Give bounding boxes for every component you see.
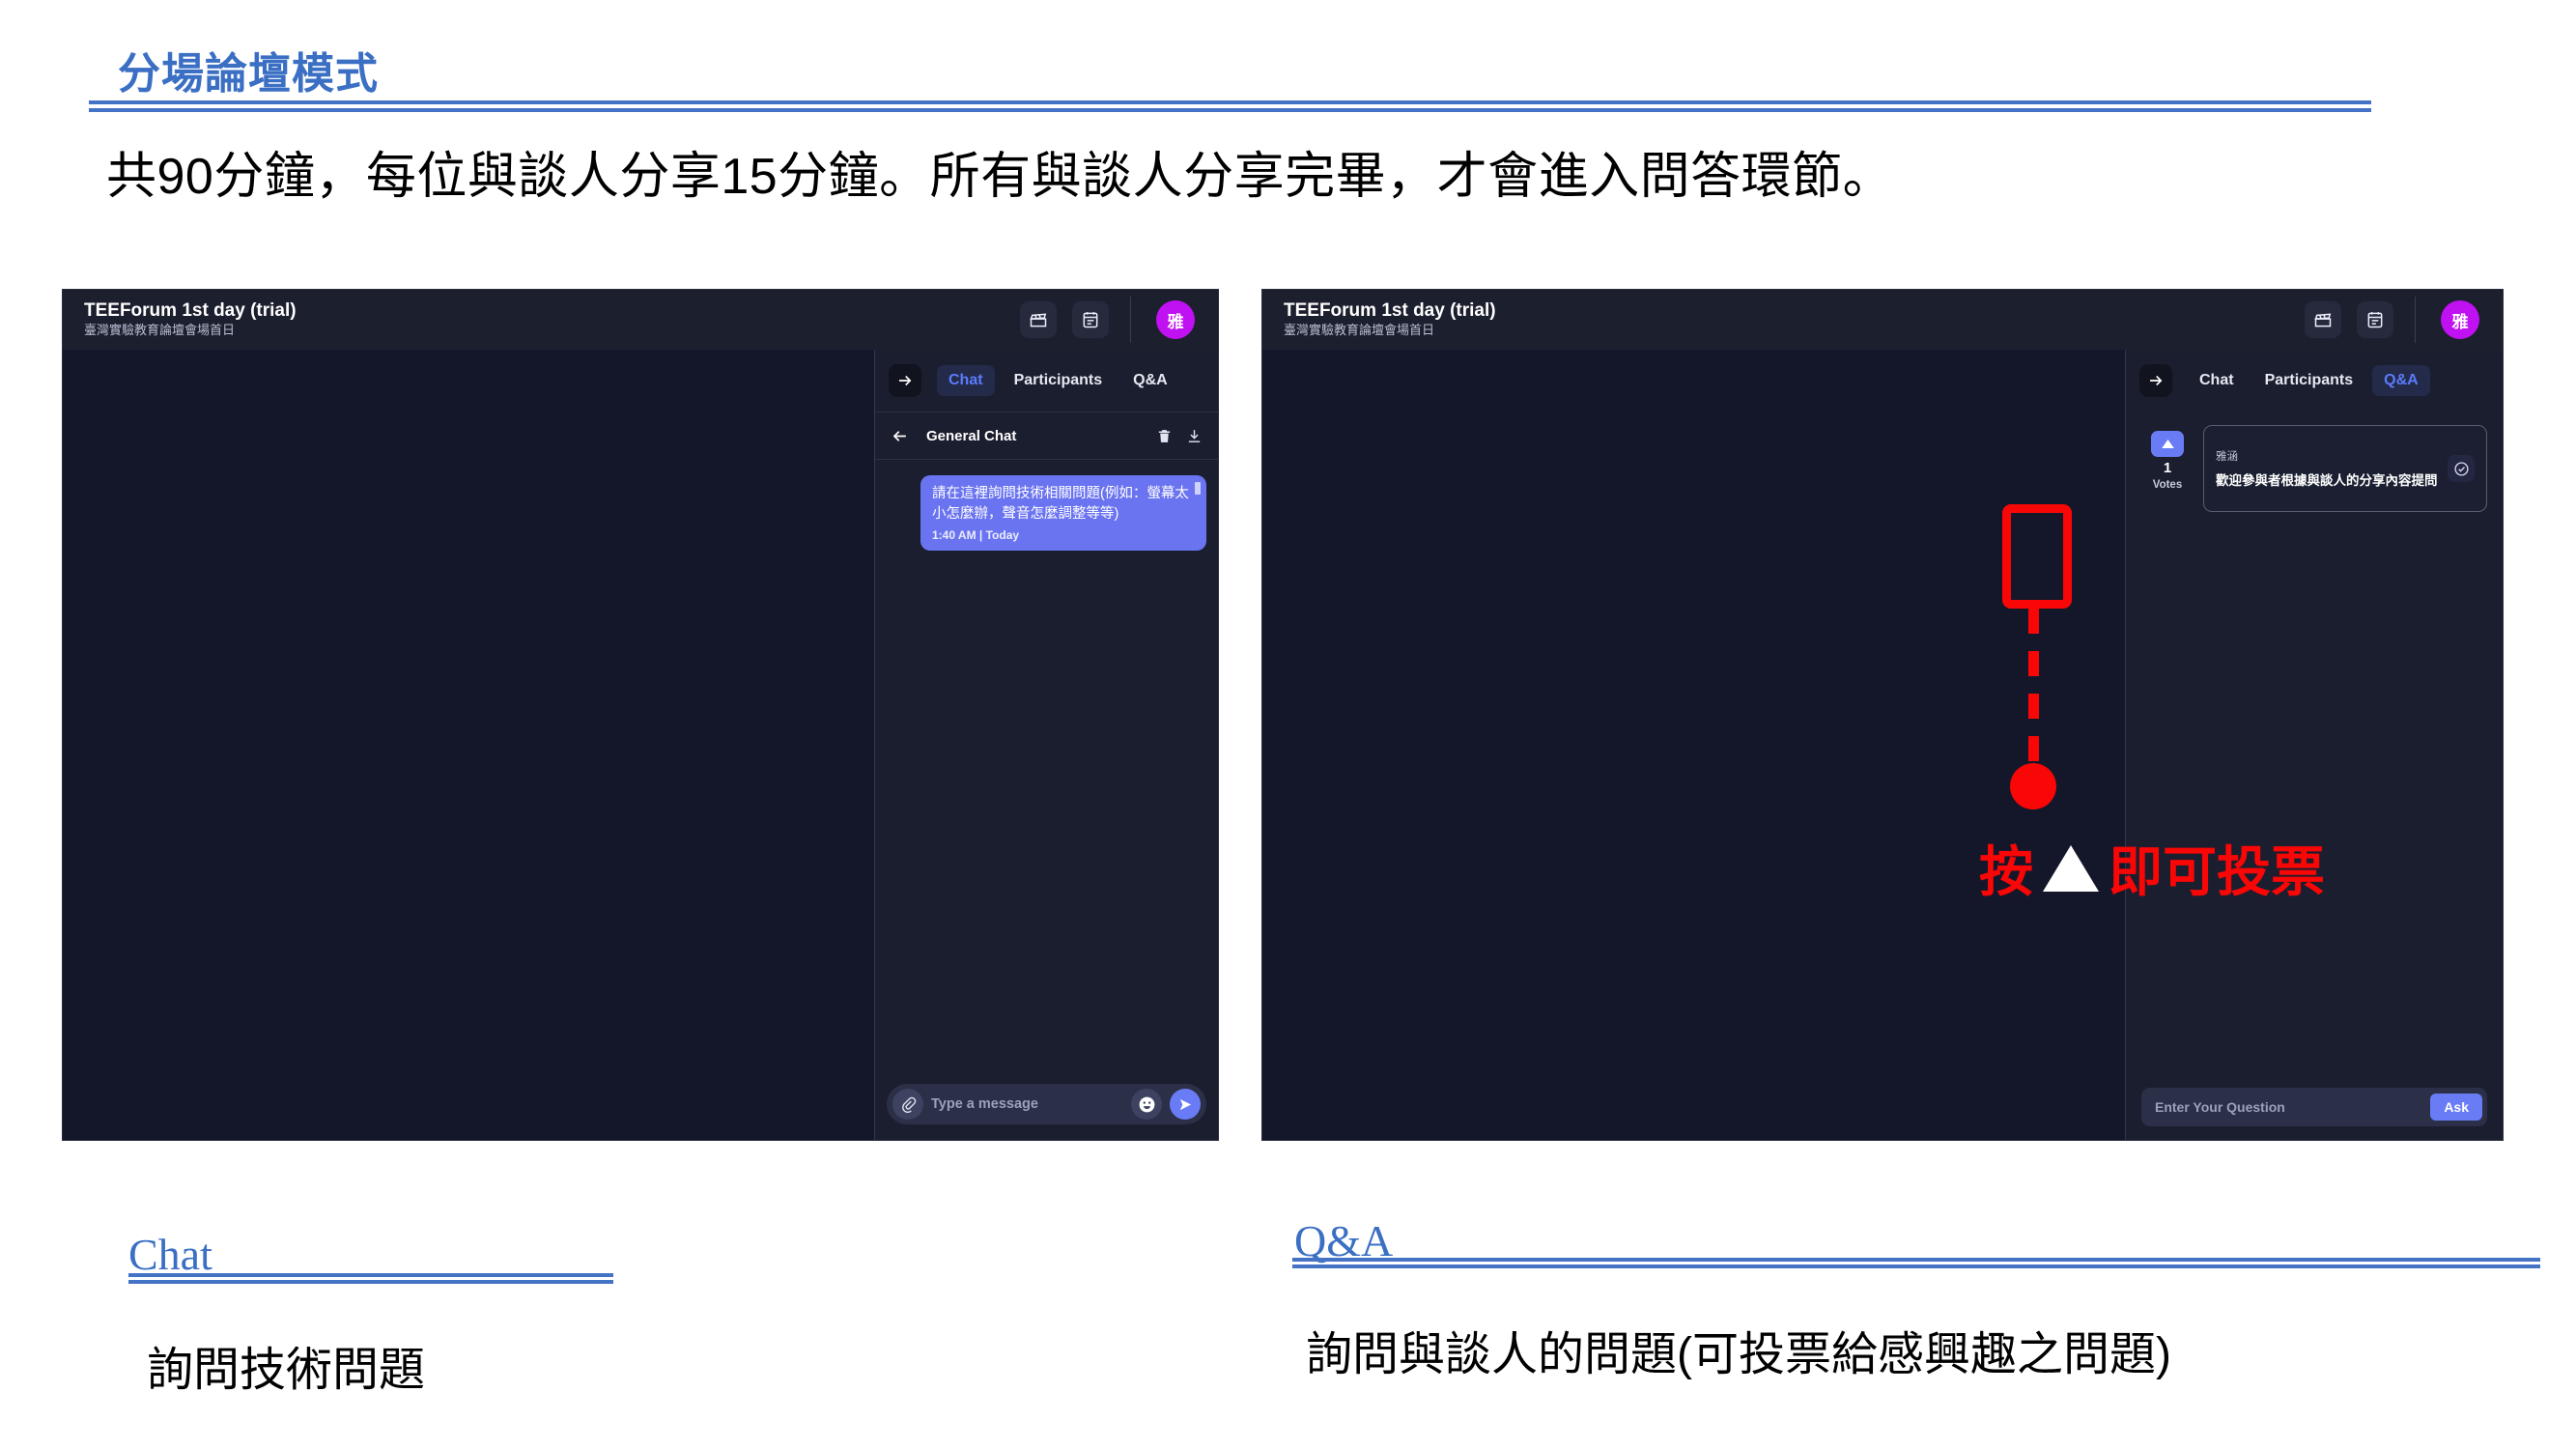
header-divider <box>2415 297 2416 343</box>
triangle-up-icon <box>2161 440 2174 448</box>
app-body: Chat Participants Q&A 1 Votes 雅涵 歡迎參與者根據… <box>1262 350 2503 1140</box>
tab-qa[interactable]: Q&A <box>1121 365 1179 396</box>
page-subtitle: 共90分鐘，每位與談人分享15分鐘。所有與談人分享完畢，才會進入問答環節。 <box>106 149 1894 205</box>
agenda-button[interactable] <box>1072 301 1109 338</box>
caption-divider-qa <box>1292 1258 2540 1268</box>
annotation-dashed-line <box>2028 609 2039 782</box>
delete-icon[interactable] <box>1156 428 1173 444</box>
avatar[interactable]: 雅 <box>1156 300 1195 339</box>
agenda-button[interactable] <box>2357 301 2393 338</box>
chat-message-time: 1:40 AM | Today <box>932 528 1020 543</box>
vote-label: Votes <box>2152 479 2183 491</box>
triangle-up-icon <box>2043 844 2099 892</box>
app-header-titles: TEEForum 1st day (trial) 臺灣實驗教育論壇會場首日 <box>63 300 1020 340</box>
clapperboard-icon <box>1030 313 1047 327</box>
app-header-titles: TEEForum 1st day (trial) 臺灣實驗教育論壇會場首日 <box>1262 300 2305 340</box>
vote-box: 1 Votes <box>2141 425 2194 512</box>
collapse-panel-button[interactable] <box>889 364 921 397</box>
caption-divider-chat <box>128 1273 613 1284</box>
send-button[interactable] <box>1170 1089 1201 1120</box>
page-title: 分場論壇模式 <box>118 50 379 98</box>
arrow-right-icon <box>899 375 912 386</box>
caption-body-qa: 詢問與談人的問題(可投票給感興趣之問題) <box>1306 1329 2171 1380</box>
paperclip-icon <box>901 1096 916 1113</box>
tab-chat[interactable]: Chat <box>2188 365 2246 396</box>
download-icon[interactable] <box>1186 428 1203 444</box>
qa-question-text: 歡迎參與者根據與談人的分享內容提問 <box>2216 473 2438 488</box>
send-icon <box>1179 1098 1191 1110</box>
annotation-label: 按 即可投票 <box>1979 829 2325 907</box>
chat-composer[interactable]: Type a message <box>887 1084 1206 1124</box>
app-header: TEEForum 1st day (trial) 臺灣實驗教育論壇會場首日 雅 <box>1262 290 2503 352</box>
annotation-dot <box>2010 763 2056 810</box>
qa-screenshot: TEEForum 1st day (trial) 臺灣實驗教育論壇會場首日 雅 <box>1262 290 2503 1140</box>
ask-button[interactable]: Ask <box>2430 1094 2482 1121</box>
mark-answered-button[interactable] <box>2448 455 2475 482</box>
app-body: Chat Participants Q&A General Chat 請在這裡詢 <box>63 350 1218 1140</box>
meeting-title: TEEForum 1st day (trial) <box>1284 299 1496 321</box>
tab-qa[interactable]: Q&A <box>2372 365 2430 396</box>
chat-message-list: 請在這裡詢問技術相關問題(例如：螢幕太小怎麼辦，聲音怎麼調整等等) 1:40 A… <box>875 460 1218 1084</box>
collapse-panel-button[interactable] <box>2139 364 2172 397</box>
emoji-icon <box>1139 1096 1154 1112</box>
chat-screenshot: TEEForum 1st day (trial) 臺灣實驗教育論壇會場首日 雅 <box>63 290 1218 1140</box>
avatar[interactable]: 雅 <box>2441 300 2479 339</box>
arrow-right-icon <box>2150 375 2163 386</box>
app-header: TEEForum 1st day (trial) 臺灣實驗教育論壇會場首日 雅 <box>63 290 1218 352</box>
attach-button[interactable] <box>892 1089 923 1120</box>
app-header-actions: 雅 <box>1020 297 1218 343</box>
meeting-subtitle: 臺灣實驗教育論壇會場首日 <box>1284 323 1435 338</box>
emoji-button[interactable] <box>1131 1089 1162 1120</box>
header-divider <box>1130 297 1131 343</box>
side-panel: Chat Participants Q&A General Chat 請在這裡詢 <box>875 350 1218 1140</box>
side-panel: Chat Participants Q&A 1 Votes 雅涵 歡迎參與者根據… <box>2126 350 2503 1140</box>
video-stage <box>1262 350 2126 1140</box>
clapperboard-button[interactable] <box>1020 301 1057 338</box>
upvote-button[interactable] <box>2151 431 2184 457</box>
vote-count: 1 <box>2163 460 2172 476</box>
title-divider <box>89 100 2371 112</box>
panel-tabs: Chat Participants Q&A <box>2126 350 2503 412</box>
clapperboard-button[interactable] <box>2305 301 2341 338</box>
app-header-actions: 雅 <box>2305 297 2503 343</box>
check-circle-icon <box>2453 461 2469 476</box>
qa-composer[interactable]: Enter Your Question Ask <box>2141 1088 2487 1126</box>
qa-card-text: 雅涵 歡迎參與者根據與談人的分享內容提問 <box>2216 448 2448 489</box>
arrow-left-icon[interactable] <box>891 427 909 445</box>
chat-message[interactable]: 請在這裡詢問技術相關問題(例如：螢幕太小怎麼辦，聲音怎麼調整等等) 1:40 A… <box>920 475 1206 552</box>
panel-tabs: Chat Participants Q&A <box>875 350 1218 412</box>
chat-room-header: General Chat <box>875 412 1218 460</box>
chat-input[interactable]: Type a message <box>931 1096 1123 1112</box>
qa-author: 雅涵 <box>2216 451 2238 463</box>
qa-card[interactable]: 雅涵 歡迎參與者根據與談人的分享內容提問 <box>2203 425 2487 512</box>
chat-message-text: 請在這裡詢問技術相關問題(例如：螢幕太小怎麼辦，聲音怎麼調整等等) <box>932 486 1189 523</box>
qa-input[interactable]: Enter Your Question <box>2155 1099 2430 1115</box>
video-stage <box>63 350 875 1140</box>
tab-participants[interactable]: Participants <box>1003 365 1115 396</box>
annotation-text-after: 即可投票 <box>2109 841 2325 902</box>
annotation-text-before: 按 <box>1979 841 2033 902</box>
message-menu-icon[interactable] <box>1195 482 1201 495</box>
chat-room-title: General Chat <box>926 427 1017 444</box>
qa-question-row: 1 Votes 雅涵 歡迎參與者根據與談人的分享內容提問 <box>2141 425 2487 512</box>
tab-participants[interactable]: Participants <box>2253 365 2365 396</box>
qa-question-list: 1 Votes 雅涵 歡迎參與者根據與談人的分享內容提問 <box>2126 412 2503 1088</box>
agenda-icon <box>1083 312 1098 328</box>
meeting-subtitle: 臺灣實驗教育論壇會場首日 <box>84 323 236 338</box>
agenda-icon <box>2367 312 2383 328</box>
meeting-title: TEEForum 1st day (trial) <box>84 299 297 321</box>
tab-chat[interactable]: Chat <box>937 365 995 396</box>
clapperboard-icon <box>2314 313 2332 327</box>
caption-body-chat: 詢問技術問題 <box>147 1345 426 1396</box>
